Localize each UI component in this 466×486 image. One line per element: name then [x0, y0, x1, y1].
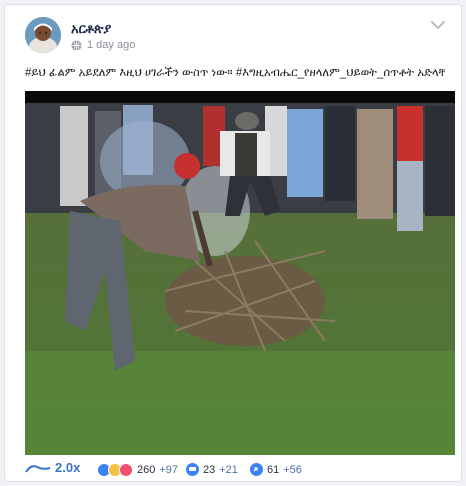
- shares-delta: +56: [283, 463, 302, 476]
- comment-icon: [186, 463, 199, 476]
- reactions-delta: +97: [159, 464, 179, 476]
- share-icon: [250, 463, 263, 476]
- post-card: አርቶጵያ 1 day ago #ይህ ፊልም አይደለም እዚህ ሀገራችን …: [4, 4, 462, 482]
- comments-delta: +21: [219, 463, 238, 476]
- comments-count: 23: [203, 463, 216, 476]
- overperform-ratio[interactable]: 2.0x: [25, 460, 80, 475]
- shares-stat[interactable]: 61 +56: [250, 463, 302, 476]
- reactions-stat[interactable]: 260 +97: [97, 463, 178, 477]
- reactions-count: 260: [137, 464, 156, 476]
- post-meta: 1 day ago: [71, 39, 135, 51]
- globe-icon: [71, 39, 82, 51]
- post-time[interactable]: 1 day ago: [87, 39, 135, 51]
- post-caption: #ይህ ፊልም አይደለም እዚህ ሀገራችን ውስጥ ነው። #እግዚአብሔር…: [25, 67, 445, 79]
- avatar[interactable]: [25, 17, 61, 53]
- author-name[interactable]: አርቶጵያ: [71, 21, 111, 37]
- shares-count: 61: [267, 463, 280, 476]
- chevron-down-icon[interactable]: [429, 19, 447, 31]
- post-image[interactable]: [25, 91, 455, 455]
- reaction-icons: [97, 463, 133, 477]
- love-icon: [119, 463, 133, 477]
- ratio-value: 2.0x: [55, 460, 81, 475]
- comments-stat[interactable]: 23 +21: [186, 463, 238, 476]
- post-stats: 2.0x 260 +97 23 +21 61 +56: [5, 456, 461, 482]
- trend-line-icon: [25, 464, 51, 473]
